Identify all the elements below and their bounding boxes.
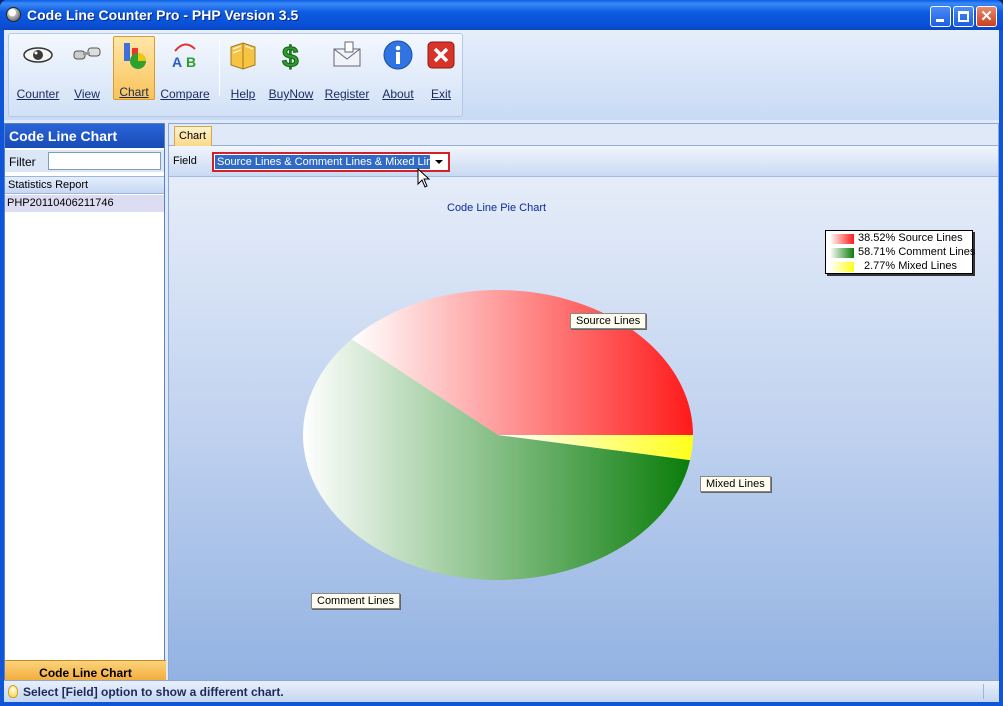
chart-legend: 38.52% Source Lines 58.71% Comment Lines… <box>825 230 976 274</box>
minimize-icon <box>936 19 944 22</box>
dollar-icon: $ <box>282 41 300 72</box>
client-area: Counter View Chart A B Compare Help $ Bu… <box>4 30 999 702</box>
exit-button[interactable]: Exit <box>423 37 459 101</box>
field-select-value: Source Lines & Comment Lines & Mixed Lin… <box>215 155 430 169</box>
about-button[interactable]: About <box>379 37 417 101</box>
register-label: Register <box>324 87 370 101</box>
close-button[interactable]: ✕ <box>976 6 997 27</box>
left-pane-title: Code Line Chart <box>5 124 164 148</box>
filter-input[interactable] <box>48 152 161 170</box>
tab-chart[interactable]: Chart <box>174 126 212 146</box>
svg-text:B: B <box>186 54 196 70</box>
chart-icon <box>124 43 146 69</box>
statistics-report-header[interactable]: Statistics Report <box>5 176 164 194</box>
left-pane: Code Line Chart Filter Statistics Report… <box>4 123 166 699</box>
maximize-button[interactable] <box>953 6 974 27</box>
list-item[interactable]: PHP20110406211746 <box>5 195 164 212</box>
counter-label: Counter <box>16 87 60 101</box>
toolbar-separator <box>219 40 220 96</box>
pie-label-source: Source Lines <box>570 313 647 329</box>
field-bar: Field Source Lines & Comment Lines & Mix… <box>169 146 998 177</box>
eye-icon <box>23 47 53 63</box>
view-label: View <box>74 87 100 101</box>
minimize-button[interactable] <box>930 6 951 27</box>
filter-label: Filter <box>9 155 36 169</box>
help-label: Help <box>230 87 256 101</box>
tab-bar: Chart <box>169 124 998 146</box>
compare-ab-icon: A B <box>172 43 196 70</box>
status-bar: Select [Field] option to show a differen… <box>4 680 999 702</box>
svg-text:A: A <box>172 54 182 70</box>
chevron-down-icon[interactable] <box>431 154 448 170</box>
title-bar[interactable]: Code Line Counter Pro - PHP Version 3.5 … <box>0 0 1003 30</box>
toolbar-area: Counter View Chart A B Compare Help $ Bu… <box>4 30 999 120</box>
resize-grip[interactable] <box>983 684 997 699</box>
legend-text-comment: 58.71% Comment Lines <box>858 246 976 258</box>
legend-text-mixed: 2.77% Mixed Lines <box>864 260 957 272</box>
view-button[interactable]: View <box>67 37 107 101</box>
help-button[interactable]: Help <box>225 37 261 101</box>
maximize-icon <box>958 11 969 22</box>
legend-swatch-comment <box>830 248 854 258</box>
buynow-label: BuyNow <box>268 87 314 101</box>
main-toolbar: Counter View Chart A B Compare Help $ Bu… <box>8 33 463 117</box>
svg-text:$: $ <box>282 41 299 71</box>
filter-row: Filter <box>5 150 164 172</box>
pie-label-comment: Comment Lines <box>311 593 401 609</box>
exit-label: Exit <box>430 87 451 101</box>
binoculars-icon <box>73 47 101 60</box>
lightbulb-icon <box>8 685 18 698</box>
app-window: Code Line Counter Pro - PHP Version 3.5 … <box>0 0 1003 706</box>
chart-pane: Chart Field Source Lines & Comment Lines… <box>168 123 999 699</box>
status-text: Select [Field] option to show a differen… <box>23 685 284 699</box>
legend-text-source: 38.52% Source Lines <box>858 232 963 244</box>
compare-label: Compare <box>160 87 210 101</box>
about-label: About <box>382 87 414 101</box>
pie-label-mixed: Mixed Lines <box>700 476 771 492</box>
compare-button[interactable]: A B Compare <box>159 37 211 101</box>
chart-label: Chart <box>119 85 149 99</box>
close-x-icon <box>427 41 455 69</box>
legend-swatch-mixed <box>830 262 854 272</box>
counter-button[interactable]: Counter <box>13 37 63 101</box>
envelope-icon <box>333 41 361 67</box>
register-button[interactable]: Register <box>321 37 373 101</box>
buynow-button[interactable]: $ BuyNow <box>267 37 315 102</box>
window-title: Code Line Counter Pro - PHP Version 3.5 <box>27 7 299 23</box>
app-icon <box>6 7 21 22</box>
book-icon <box>230 42 256 70</box>
chart-button[interactable]: Chart <box>113 36 155 100</box>
close-icon: ✕ <box>980 8 993 25</box>
info-icon <box>383 40 413 70</box>
legend-swatch-source <box>830 234 854 244</box>
field-select[interactable]: Source Lines & Comment Lines & Mixed Lin… <box>212 152 450 172</box>
field-label: Field <box>173 155 197 167</box>
